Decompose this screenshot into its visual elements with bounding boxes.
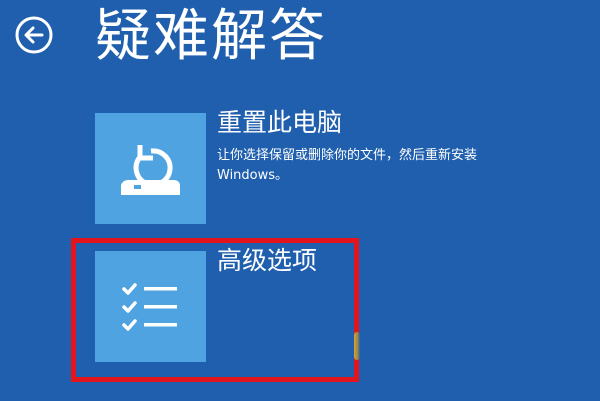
back-arrow-icon (15, 16, 53, 54)
advanced-options-option[interactable]: 高级选项 (95, 246, 545, 363)
edge-artifact (354, 332, 360, 360)
reset-pc-tile (95, 113, 206, 224)
back-button[interactable] (14, 15, 54, 55)
checklist-icon (122, 283, 177, 331)
page-title: 疑难解答 (95, 4, 327, 69)
reset-pc-title: 重置此电脑 (217, 108, 343, 137)
reset-pc-icon (121, 145, 180, 195)
advanced-options-tile (95, 251, 206, 362)
reset-pc-description: 让你选择保留或删除你的文件，然后重新安装 Windows。 (217, 148, 478, 183)
reset-pc-option[interactable]: 重置此电脑 让你选择保留或删除你的文件，然后重新安装 Windows。 (95, 108, 545, 224)
advanced-options-title: 高级选项 (217, 246, 318, 275)
